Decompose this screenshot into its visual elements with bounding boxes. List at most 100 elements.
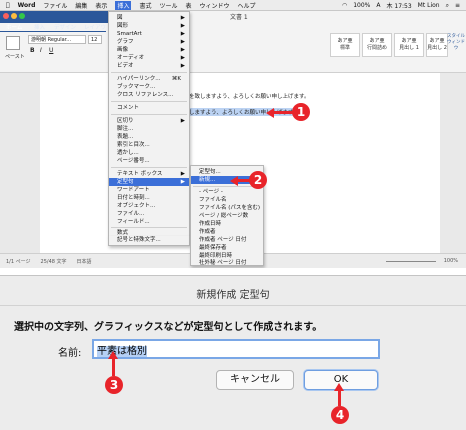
italic-icon[interactable]: I <box>40 47 42 54</box>
callout-3-arrowhead <box>108 351 118 359</box>
font-name-select[interactable]: 游明朝 Regular... <box>28 35 86 44</box>
menu-item-text-box[interactable]: テキスト ボックス ▶ <box>109 170 189 178</box>
submenu-item-page[interactable]: - ページ - <box>191 188 263 196</box>
menu-app-word[interactable]: Word <box>18 2 36 9</box>
insert-menu: 図 ▶ 図形 ▶ SmartArt ▶ グラフ ▶ 画像 ▶ オーディオ ▶ ビデオ ▶ ハイ… <box>108 11 190 237</box>
submenu-item-author[interactable]: 作成者 <box>191 228 263 236</box>
style-no-spacing[interactable]: あア亜 行間詰め <box>362 33 392 57</box>
tab-insert[interactable]: 挿入 <box>34 23 45 31</box>
document-title: 文書 1 <box>230 14 248 21</box>
menu-item-picture[interactable]: 図 ▶ <box>109 14 189 22</box>
menu-separator <box>111 114 187 115</box>
menu-item-video[interactable]: ビデオ ▶ <box>109 62 189 70</box>
wifi-icon[interactable]: ◠ <box>342 2 347 9</box>
menubar-status: ◠ 100% A 木 17:53 Mt Lion ⌕ ≡ <box>342 1 460 11</box>
name-input[interactable]: 平素は格別 <box>92 339 380 359</box>
input-method-icon[interactable]: A <box>376 2 380 9</box>
callout-4-arrowhead <box>334 383 344 391</box>
menu-item-hyperlink[interactable]: ハイパーリンク... ⌘K <box>109 75 189 83</box>
menu-edit[interactable]: 編集 <box>75 1 87 10</box>
submenu-item-last-saved-by[interactable]: 最終保存者 <box>191 244 263 252</box>
menu-item-comment[interactable]: コメント <box>109 104 189 112</box>
menu-separator <box>111 72 187 73</box>
menu-item-wordart[interactable]: ワードアート <box>109 186 189 194</box>
cancel-button[interactable]: キャンセル <box>216 370 294 390</box>
style-normal[interactable]: あア亜 標準 <box>330 33 360 57</box>
menu-item-cross-reference[interactable]: クロス リファレンス... <box>109 91 189 99</box>
menu-insert[interactable]: 挿入 <box>115 0 132 10</box>
menu-item-footnote[interactable]: 脚注... <box>109 125 189 133</box>
page-count: 1/1 ページ <box>6 259 31 265</box>
callout-2: 2 <box>249 171 267 189</box>
menu-item-symbol[interactable]: 記号と特殊文字... <box>109 236 189 244</box>
font-size-select[interactable]: 12 <box>88 35 102 44</box>
name-input-value: 平素は格別 <box>97 346 147 357</box>
tab-home[interactable]: ホーム <box>6 23 22 31</box>
callout-1-arrowhead <box>266 108 274 118</box>
menu-item-audio[interactable]: オーディオ ▶ <box>109 54 189 62</box>
menu-item-chart[interactable]: グラフ ▶ <box>109 38 189 46</box>
menu-item-shapes[interactable]: 図形 ▶ <box>109 22 189 30</box>
close-window-icon[interactable] <box>3 13 9 19</box>
menu-window[interactable]: ウィンドウ <box>200 1 230 10</box>
submenu-item-filename-path[interactable]: ファイル名 (パスを含む) <box>191 204 263 212</box>
mac-menubar:  Word ファイル 編集 表示 挿入 書式 ツール 表 ウィンドウ ヘルプ … <box>0 0 466 11</box>
menu-item-image[interactable]: 画像 ▶ <box>109 46 189 54</box>
clock: 木 17:53 <box>386 3 412 10</box>
word-screenshot:  Word ファイル 編集 表示 挿入 書式 ツール 表 ウィンドウ ヘルプ … <box>0 0 466 268</box>
menu-separator <box>111 227 187 228</box>
submenu-item-filename[interactable]: ファイル名 <box>191 196 263 204</box>
menu-item-smartart[interactable]: SmartArt ▶ <box>109 30 189 38</box>
char-count: 25/48 文字 <box>40 259 67 265</box>
minimize-window-icon[interactable] <box>11 13 17 19</box>
style-heading-1[interactable]: あア亜 見出し 1 <box>394 33 424 57</box>
callout-1: 1 <box>292 103 310 121</box>
menu-help[interactable]: ヘルプ <box>238 1 256 10</box>
menu-view[interactable]: 表示 <box>95 1 107 10</box>
user-name[interactable]: Mt Lion <box>418 2 440 9</box>
underline-icon[interactable]: U <box>49 47 53 54</box>
callout-1-arrow <box>272 111 294 114</box>
callout-4: 4 <box>331 406 349 424</box>
menu-item-field[interactable]: フィールド... <box>109 218 189 226</box>
search-icon[interactable]: ⌕ <box>446 2 449 10</box>
image-divider <box>0 268 466 274</box>
menu-item-break[interactable]: 区切り ▶ <box>109 117 189 125</box>
menu-item-bookmark[interactable]: ブックマーク... <box>109 83 189 91</box>
menu-item-watermark[interactable]: 透かし... <box>109 149 189 157</box>
tab-layout[interactable]: レイアウ <box>84 23 106 31</box>
zoom-level: 100% <box>443 258 458 264</box>
insert-menu-tail: 記号と特殊文字... <box>108 236 190 246</box>
submenu-item-confidential-page-date[interactable]: 社外秘 ページ 日付 <box>191 259 263 267</box>
document-text-line: 準備を致しますよう、よろしくお願い申し上げます。 <box>178 94 310 100</box>
submenu-item-page-of-pages[interactable]: ページ / 総ページ数 <box>191 212 263 220</box>
menu-table[interactable]: 表 <box>185 1 191 10</box>
language: 日本語 <box>76 259 92 265</box>
menu-item-date-time[interactable]: 日付と時刻... <box>109 194 189 202</box>
menu-item-object[interactable]: オブジェクト... <box>109 202 189 210</box>
tab-design[interactable]: デザイン <box>54 23 76 31</box>
submenu-item-created-date[interactable]: 作成日時 <box>191 220 263 228</box>
menu-item-caption[interactable]: 表題... <box>109 133 189 141</box>
dialog-message: 選択中の文字列、グラフィックスなどが定型句として作成されます。 <box>14 322 323 333</box>
menu-tools[interactable]: ツール <box>159 1 177 10</box>
submenu-item-author-page-date[interactable]: 作成者 ページ 日付 <box>191 236 263 244</box>
list-icon[interactable]: ≡ <box>455 2 460 9</box>
zoom-slider[interactable] <box>386 261 436 262</box>
callout-2-arrow <box>236 179 250 182</box>
paste-icon[interactable] <box>6 36 20 50</box>
styles-pane-button[interactable]: スタイル ウィンドウ <box>446 33 466 63</box>
menu-item-file[interactable]: ファイル... <box>109 210 189 218</box>
bold-icon[interactable]: B <box>30 47 35 54</box>
zoom-window-icon[interactable] <box>19 13 25 19</box>
apple-icon[interactable]:  <box>6 2 10 9</box>
menu-item-page-number[interactable]: ページ番号... <box>109 157 189 165</box>
menu-item-index-toc[interactable]: 索引と目次... <box>109 141 189 149</box>
style-heading-2[interactable]: あア亜 見出し 2 <box>426 33 448 57</box>
menu-item-autotext[interactable]: 定型句 ▶ <box>109 178 189 186</box>
menu-format[interactable]: 書式 <box>139 1 151 10</box>
dialog-title-divider <box>0 305 466 306</box>
menu-file[interactable]: ファイル <box>43 1 67 10</box>
menu-separator <box>111 167 187 168</box>
callout-3-arrow <box>112 356 115 376</box>
